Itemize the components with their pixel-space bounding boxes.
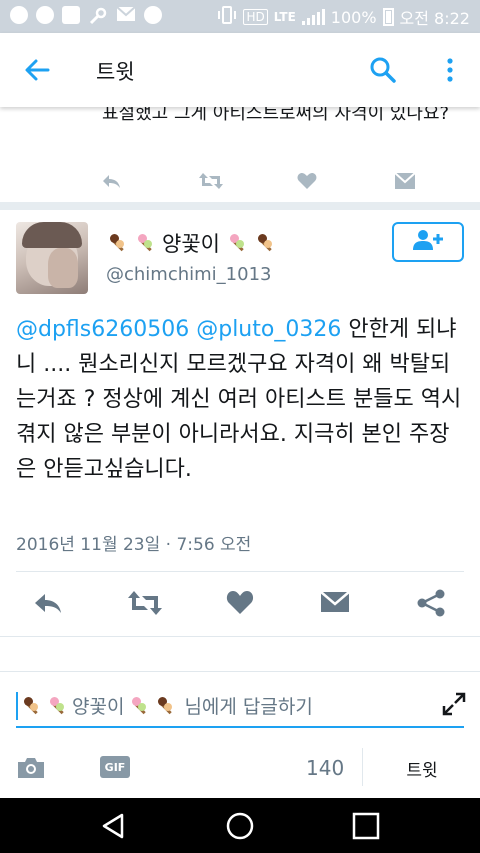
hd-icon: HD	[243, 9, 268, 25]
mail-icon	[116, 6, 136, 30]
lte-icon: LTE	[273, 10, 296, 24]
status-bar: HD LTE 100% 오전 8:22	[0, 0, 480, 33]
dango-emoji-icon	[226, 232, 248, 254]
display-name: 양꽃이	[162, 232, 220, 256]
dango-emoji-icon	[106, 232, 128, 254]
reply-icon[interactable]	[32, 588, 64, 618]
display-name-row[interactable]: 양꽃이	[106, 228, 276, 258]
app-bar: 트윗	[0, 33, 480, 107]
direct-message-icon[interactable]	[320, 588, 352, 618]
divider	[0, 202, 480, 210]
reply-placeholder: 양꽃이 님에게 답글하기	[20, 692, 313, 719]
separator	[362, 748, 363, 786]
reply-target-name: 양꽃이	[72, 696, 125, 718]
retweet-icon[interactable]	[198, 170, 223, 192]
like-icon[interactable]	[296, 170, 318, 192]
wrench-icon	[88, 6, 108, 30]
reply-placeholder-suffix: 님에게 답글하기	[184, 696, 313, 718]
back-arrow-icon[interactable]	[22, 55, 52, 85]
reply-icon[interactable]	[100, 170, 122, 192]
mention-link[interactable]: @pluto_0326	[196, 317, 341, 342]
dango-emoji-icon	[254, 232, 276, 254]
previous-tweet-actions	[0, 168, 480, 198]
recents-nav-icon[interactable]	[352, 812, 380, 840]
tweet-text: @dpfls6260506 @pluto_0326 안한게 되냐니 .... 뭔…	[16, 312, 468, 487]
battery-percent: 100%	[330, 7, 377, 27]
more-options-icon[interactable]	[440, 55, 460, 85]
retweet-icon[interactable]	[126, 588, 162, 618]
direct-message-icon[interactable]	[394, 170, 416, 192]
mention-link[interactable]: @dpfls6260506	[16, 317, 189, 342]
dango-emoji-icon	[154, 695, 176, 717]
tweet-actions	[0, 586, 480, 622]
character-count: 140	[306, 756, 345, 780]
system-nav-bar	[0, 798, 480, 853]
ok-cashbag-icon	[10, 6, 28, 24]
user-handle[interactable]: @chimchimi_1013	[106, 264, 272, 285]
like-icon[interactable]	[225, 588, 257, 618]
dango-emoji-icon	[46, 695, 68, 717]
share-icon[interactable]	[416, 588, 448, 618]
expand-icon[interactable]	[442, 692, 466, 716]
back-nav-icon[interactable]	[100, 812, 128, 840]
page-title: 트윗	[96, 60, 135, 84]
divider	[16, 571, 464, 572]
home-nav-icon[interactable]	[226, 812, 254, 840]
reply-composer-toolbar: GIF 140 트윗	[0, 742, 480, 794]
clock: 오전 8:22	[399, 9, 470, 28]
signal-icon	[301, 9, 325, 25]
follow-button[interactable]	[392, 222, 464, 262]
sync-icon	[144, 6, 162, 24]
vibrate-icon	[217, 6, 237, 28]
photo-icon	[62, 6, 80, 24]
tweet-timestamp: 2016년 11월 23일 · 7:56 오전	[16, 535, 252, 555]
add-user-icon	[411, 228, 445, 256]
battery-icon	[382, 8, 394, 26]
camera-icon[interactable]	[16, 756, 46, 780]
dango-emoji-icon	[20, 695, 42, 717]
text-cursor	[16, 692, 18, 720]
g-app-icon	[36, 6, 54, 24]
reply-input[interactable]: 양꽃이 님에게 답글하기	[16, 690, 464, 728]
tweet-button[interactable]: 트윗	[392, 756, 452, 781]
dango-emoji-icon	[128, 695, 150, 717]
gif-icon[interactable]: GIF	[100, 756, 130, 778]
divider	[0, 636, 480, 672]
avatar[interactable]	[16, 222, 88, 294]
search-icon[interactable]	[368, 55, 398, 85]
dango-emoji-icon	[134, 232, 156, 254]
